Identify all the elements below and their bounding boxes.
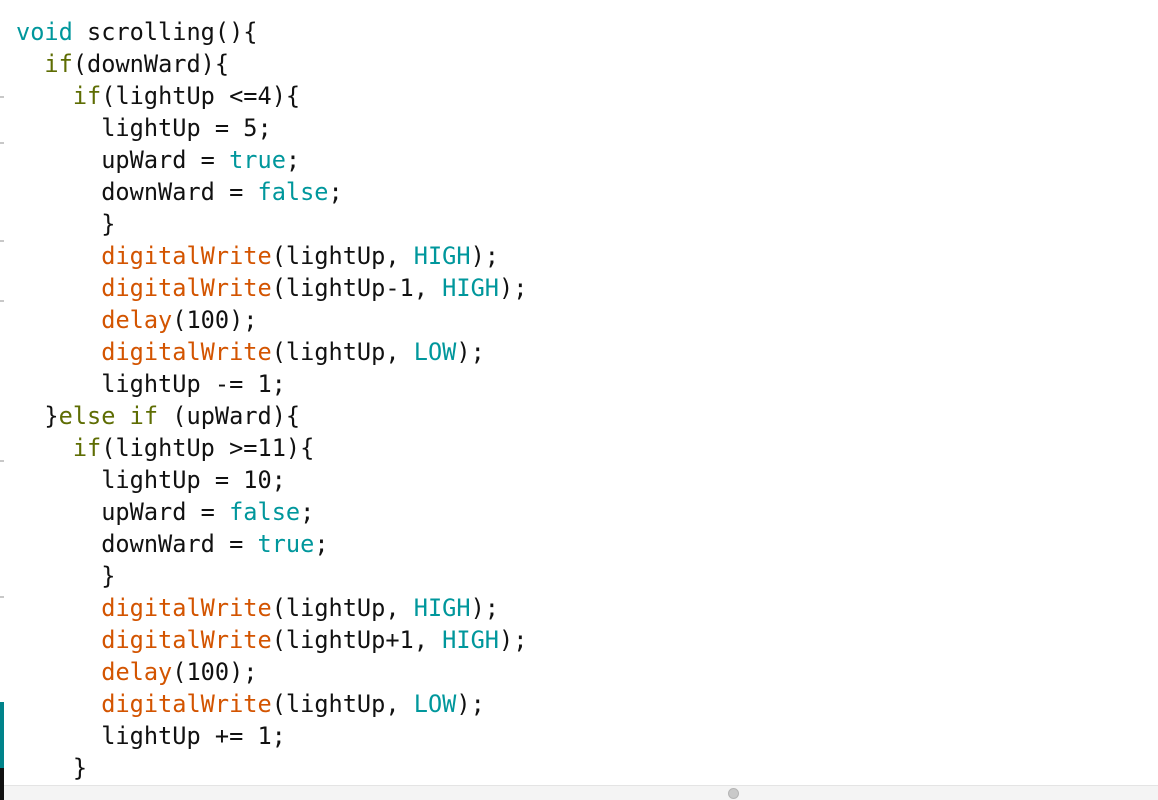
keyword-token: void xyxy=(16,18,73,46)
code-line[interactable]: digitalWrite(lightUp-1, HIGH); xyxy=(16,272,527,304)
keyword-token: HIGH xyxy=(442,274,499,302)
code-line[interactable]: upWard = true; xyxy=(16,144,527,176)
code-token: (lightUp, xyxy=(271,242,414,270)
control-token: else xyxy=(58,402,116,430)
function-token: digitalWrite xyxy=(101,626,272,654)
code-token: (lightUp+1, xyxy=(271,626,443,654)
function-token: digitalWrite xyxy=(101,338,272,366)
code-line[interactable]: downWard = false; xyxy=(16,176,527,208)
code-line[interactable]: digitalWrite(lightUp+1, HIGH); xyxy=(16,624,527,656)
control-token: if xyxy=(72,434,102,462)
code-token: (lightUp-1, xyxy=(271,274,443,302)
code-token: (upWard){ xyxy=(158,402,301,430)
code-token: (lightUp <=4){ xyxy=(101,82,301,110)
code-line[interactable]: digitalWrite(lightUp, HIGH); xyxy=(16,592,527,624)
code-token: } xyxy=(16,402,59,430)
function-token: digitalWrite xyxy=(101,594,272,622)
code-token: ); xyxy=(499,274,528,302)
keyword-token: true xyxy=(229,146,286,174)
code-line[interactable]: lightUp = 5; xyxy=(16,112,527,144)
code-token: downWard = xyxy=(16,178,258,206)
keyword-token: false xyxy=(229,498,301,526)
code-token: (100); xyxy=(172,306,258,334)
code-token: downWard = xyxy=(16,530,258,558)
code-token: ; xyxy=(300,498,315,526)
code-token: lightUp = 5; xyxy=(16,114,272,142)
control-token: if xyxy=(72,82,102,110)
code-editor[interactable]: void scrolling(){ if(downWard){ if(light… xyxy=(4,0,1158,785)
keyword-token: false xyxy=(257,178,329,206)
code-token: (downWard){ xyxy=(72,50,230,78)
control-token: if xyxy=(44,50,73,78)
code-line[interactable]: void scrolling(){ xyxy=(16,16,527,48)
code-line[interactable]: if(downWard){ xyxy=(16,48,527,80)
function-token: digitalWrite xyxy=(101,690,272,718)
code-token: ); xyxy=(470,242,499,270)
code-line[interactable]: lightUp = 10; xyxy=(16,464,527,496)
code-token: lightUp = 10; xyxy=(16,466,286,494)
code-line[interactable]: digitalWrite(lightUp, LOW); xyxy=(16,688,527,720)
code-token: ); xyxy=(499,626,528,654)
code-token: } xyxy=(16,210,116,238)
code-line[interactable]: }else if (upWard){ xyxy=(16,400,527,432)
code-token: } xyxy=(16,562,116,590)
code-line[interactable]: if(lightUp >=11){ xyxy=(16,432,527,464)
code-line[interactable]: upWard = false; xyxy=(16,496,527,528)
code-line[interactable]: digitalWrite(lightUp, HIGH); xyxy=(16,240,527,272)
code-line[interactable]: } xyxy=(16,752,527,784)
code-token: upWard = xyxy=(16,498,230,526)
control-token: if xyxy=(129,402,159,430)
code-token: ); xyxy=(470,594,499,622)
code-token: ; xyxy=(314,530,329,558)
code-token: (lightUp, xyxy=(271,338,414,366)
code-token: (lightUp, xyxy=(271,690,414,718)
code-token: lightUp -= 1; xyxy=(16,370,286,398)
code-line[interactable]: lightUp += 1; xyxy=(16,720,527,752)
code-token: } xyxy=(16,754,88,782)
code-line[interactable]: if(lightUp <=4){ xyxy=(16,80,527,112)
code-token: (100); xyxy=(172,658,258,686)
code-token: (lightUp, xyxy=(271,594,414,622)
keyword-token: HIGH xyxy=(413,594,471,622)
code-token: lightUp += 1; xyxy=(16,722,286,750)
code-line[interactable]: } xyxy=(16,208,527,240)
code-token: ); xyxy=(456,338,485,366)
keyword-token: LOW xyxy=(413,338,457,366)
code-token: ; xyxy=(328,178,343,206)
code-token: upWard = xyxy=(16,146,230,174)
code-line[interactable]: lightUp -= 1; xyxy=(16,368,527,400)
function-token: delay xyxy=(101,658,173,686)
code-token: (lightUp >=11){ xyxy=(101,434,315,462)
horizontal-scrollbar[interactable] xyxy=(4,785,1158,800)
code-text[interactable]: void scrolling(){ if(downWard){ if(light… xyxy=(16,16,527,784)
keyword-token: HIGH xyxy=(413,242,471,270)
code-token: scrolling(){ xyxy=(72,18,258,46)
keyword-token: HIGH xyxy=(442,626,499,654)
function-token: digitalWrite xyxy=(101,242,272,270)
function-token: digitalWrite xyxy=(101,274,272,302)
keyword-token: LOW xyxy=(413,690,457,718)
function-token: delay xyxy=(101,306,173,334)
keyword-token: true xyxy=(257,530,315,558)
code-line[interactable]: delay(100); xyxy=(16,304,527,336)
code-line[interactable]: } xyxy=(16,560,527,592)
code-line[interactable]: delay(100); xyxy=(16,656,527,688)
code-token: ); xyxy=(456,690,485,718)
scrollbar-thumb[interactable] xyxy=(728,788,739,799)
code-line[interactable]: downWard = true; xyxy=(16,528,527,560)
code-line[interactable]: digitalWrite(lightUp, LOW); xyxy=(16,336,527,368)
code-token: ; xyxy=(285,146,301,174)
